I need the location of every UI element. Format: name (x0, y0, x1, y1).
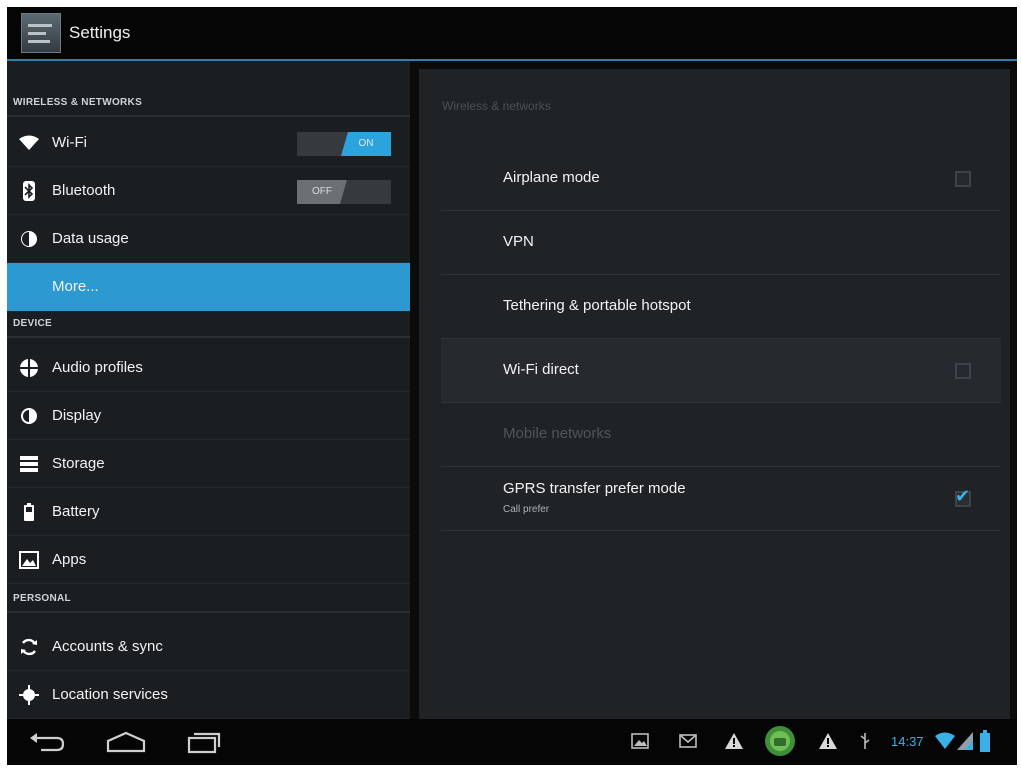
home-icon (106, 731, 146, 753)
tethering-row[interactable]: Tethering & portable hotspot (441, 275, 1001, 339)
mail-icon[interactable] (679, 733, 697, 749)
sidebar-item-label: Display (52, 407, 102, 424)
cell-signal-icon[interactable] (957, 732, 973, 750)
pane-heading: Wireless & networks (442, 99, 551, 113)
back-icon (30, 733, 65, 752)
location-icon (19, 685, 39, 705)
screen: Settings WIRELESS & NETWORKS Wi-Fi ON Bl… (7, 7, 1017, 765)
row-title: VPN (503, 233, 534, 250)
airplane-mode-row[interactable]: Airplane mode (441, 147, 1001, 211)
sidebar-item-accounts-sync[interactable]: Accounts & sync (7, 623, 410, 671)
sidebar-item-label: Accounts & sync (52, 638, 163, 655)
settings-sidebar: WIRELESS & NETWORKS Wi-Fi ON Bluetooth O… (7, 61, 410, 719)
section-header-wireless: WIRELESS & NETWORKS (7, 91, 410, 117)
settings-app-icon[interactable] (21, 13, 61, 53)
home-button[interactable] (103, 729, 149, 755)
wifi-direct-checkbox[interactable] (955, 363, 971, 379)
image-icon[interactable] (631, 733, 649, 749)
battery-icon (19, 502, 39, 522)
row-title: Tethering & portable hotspot (503, 297, 691, 314)
sync-icon (19, 637, 39, 657)
clock[interactable]: 14:37 (891, 734, 924, 749)
row-subtitle: Call prefer (503, 504, 550, 515)
storage-icon (19, 454, 39, 474)
sidebar-item-storage[interactable]: Storage (7, 440, 410, 488)
android-debug-icon[interactable] (764, 725, 796, 757)
recent-apps-button[interactable] (185, 729, 223, 755)
action-bar: Settings (7, 7, 1017, 61)
sidebar-item-label: Battery (52, 503, 100, 520)
warning-icon[interactable] (819, 733, 837, 749)
wifi-toggle[interactable]: ON (297, 132, 391, 156)
sidebar-item-audio-profiles[interactable]: Audio profiles (7, 344, 410, 392)
sidebar-item-display[interactable]: Display (7, 392, 410, 440)
sidebar-item-label: Storage (52, 455, 105, 472)
sidebar-item-bluetooth[interactable]: Bluetooth OFF (7, 167, 410, 215)
sidebar-item-label: Bluetooth (52, 182, 116, 199)
row-title: Wi-Fi direct (503, 361, 579, 378)
sidebar-item-label: Location services (52, 686, 168, 703)
mobile-networks-row: Mobile networks (441, 403, 1001, 467)
wifi-signal-icon[interactable] (935, 732, 955, 750)
gprs-transfer-row[interactable]: GPRS transfer prefer mode Call prefer ✔ (441, 467, 1001, 531)
system-bar: 14:37 (7, 719, 1017, 765)
wifi-direct-row[interactable]: Wi-Fi direct (441, 339, 1001, 403)
row-title: Mobile networks (503, 425, 612, 442)
row-title: GPRS transfer prefer mode (503, 480, 686, 497)
wifi-icon (19, 133, 39, 153)
usb-icon[interactable] (859, 733, 871, 749)
checkmark-icon: ✔ (955, 486, 971, 506)
audio-profiles-icon (19, 358, 39, 378)
app-title: Settings (69, 23, 131, 42)
airplane-mode-checkbox[interactable] (955, 171, 971, 187)
bluetooth-toggle[interactable]: OFF (297, 180, 391, 204)
sidebar-item-data-usage[interactable]: Data usage (7, 215, 410, 263)
battery-status-icon[interactable] (979, 730, 991, 752)
apps-icon (19, 550, 39, 570)
sidebar-item-location-services[interactable]: Location services (7, 671, 410, 719)
sidebar-item-label: More... (52, 278, 99, 295)
gprs-transfer-checkbox[interactable]: ✔ (955, 487, 971, 507)
sidebar-item-label: Apps (52, 551, 87, 568)
warning-icon[interactable] (725, 733, 743, 749)
sidebar-item-wifi[interactable]: Wi-Fi ON (7, 119, 410, 167)
sidebar-item-label: Data usage (52, 230, 129, 247)
sidebar-item-apps[interactable]: Apps (7, 536, 410, 584)
sidebar-item-battery[interactable]: Battery (7, 488, 410, 536)
row-title: Airplane mode (503, 169, 600, 186)
data-usage-icon (19, 229, 39, 249)
wifi-toggle-state: ON (341, 132, 391, 156)
display-icon (19, 406, 39, 426)
vpn-row[interactable]: VPN (441, 211, 1001, 275)
bluetooth-icon (19, 181, 39, 201)
sidebar-item-label: Audio profiles (52, 359, 143, 376)
detail-pane: Wireless & networks Airplane mode VPN Te… (419, 69, 1010, 719)
bluetooth-toggle-state: OFF (297, 180, 347, 204)
sidebar-item-label: Wi-Fi (52, 134, 87, 151)
recent-apps-icon (187, 732, 221, 754)
sidebar-item-more[interactable]: More... (7, 263, 410, 311)
section-header-personal: PERSONAL (7, 587, 410, 613)
section-header-device: DEVICE (7, 312, 410, 338)
back-button[interactable] (27, 729, 67, 755)
